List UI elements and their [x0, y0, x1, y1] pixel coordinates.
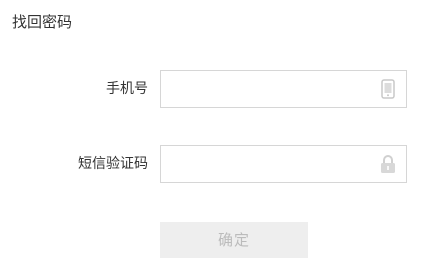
- phone-icon: [378, 79, 398, 99]
- lock-icon: [378, 154, 398, 174]
- phone-input[interactable]: [161, 71, 387, 107]
- sms-code-field-box[interactable]: [160, 145, 407, 183]
- phone-row: 手机号: [0, 70, 430, 108]
- sms-code-row: 短信验证码: [0, 145, 430, 183]
- sms-code-input[interactable]: [161, 146, 387, 182]
- sms-code-label: 短信验证码: [78, 156, 148, 172]
- phone-field-box[interactable]: [160, 70, 407, 108]
- phone-label: 手机号: [106, 81, 148, 97]
- confirm-button[interactable]: 确定: [160, 222, 308, 258]
- page-title: 找回密码: [12, 13, 73, 31]
